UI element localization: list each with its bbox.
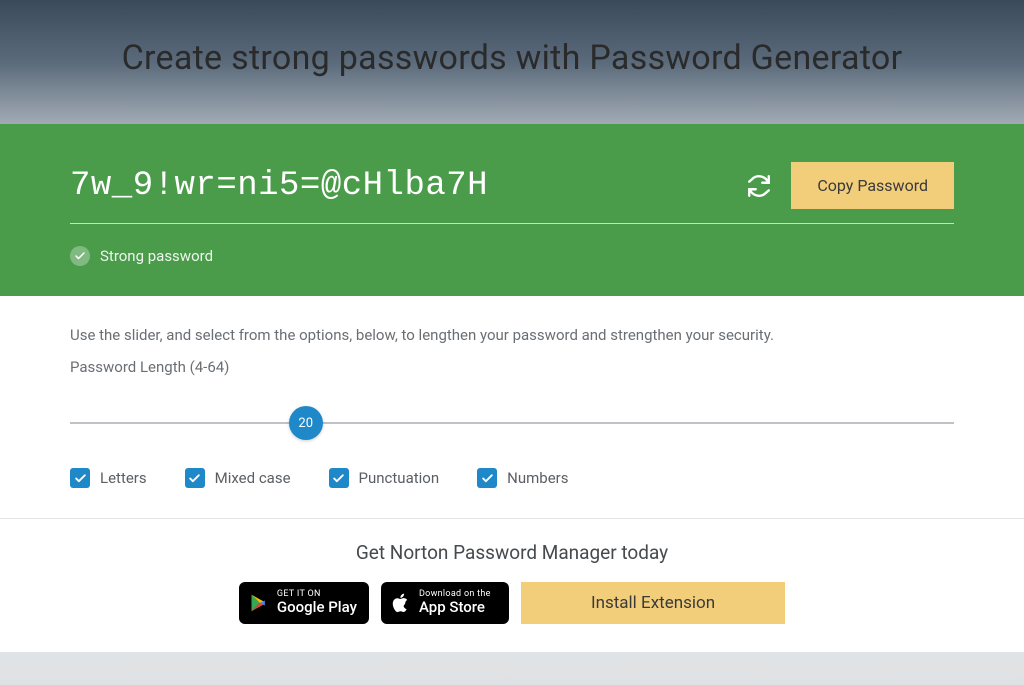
divider [70,223,954,224]
footer-panel: Get Norton Password Manager today GET IT… [0,519,1024,652]
footer-title: Get Norton Password Manager today [70,541,954,564]
length-label: Password Length (4-64) [70,358,954,376]
option-label: Mixed case [215,469,291,487]
google-play-icon [249,592,269,614]
refresh-icon[interactable] [745,172,773,200]
checkbox-letters[interactable] [70,468,90,488]
option-numbers[interactable]: Numbers [477,468,568,488]
option-mixed_case[interactable]: Mixed case [185,468,291,488]
options-panel: Use the slider, and select from the opti… [0,296,1024,518]
checkbox-numbers[interactable] [477,468,497,488]
instructions-text: Use the slider, and select from the opti… [70,326,954,344]
options-row: Letters Mixed case Punctuation Numbers [70,468,954,488]
check-circle-icon [70,246,90,266]
option-label: Letters [100,469,147,487]
app-store-bottom: App Store [419,599,491,616]
checkbox-punctuation[interactable] [329,468,349,488]
copy-password-button[interactable]: Copy Password [791,162,954,209]
password-row: 7w_9!wr=ni5=@cHlba7H Copy Password [70,162,954,209]
option-label: Numbers [507,469,568,487]
length-slider[interactable]: 20 [70,422,954,424]
google-play-badge[interactable]: GET IT ON Google Play [239,582,369,624]
slider-thumb[interactable]: 20 [289,406,323,440]
password-panel: 7w_9!wr=ni5=@cHlba7H Copy Password Stron… [0,124,1024,296]
page-title: Create strong passwords with Password Ge… [0,0,1024,124]
app-store-badge[interactable]: Download on the App Store [381,582,509,624]
strength-label: Strong password [100,247,213,265]
password-output: 7w_9!wr=ni5=@cHlba7H [70,167,727,205]
checkbox-mixed_case[interactable] [185,468,205,488]
strength-indicator: Strong password [70,246,954,266]
store-buttons-row: GET IT ON Google Play Download on the Ap… [70,582,954,624]
option-label: Punctuation [359,469,440,487]
option-punctuation[interactable]: Punctuation [329,468,440,488]
apple-icon [391,592,411,614]
install-extension-button[interactable]: Install Extension [521,582,785,624]
option-letters[interactable]: Letters [70,468,147,488]
google-play-bottom: Google Play [277,599,357,616]
